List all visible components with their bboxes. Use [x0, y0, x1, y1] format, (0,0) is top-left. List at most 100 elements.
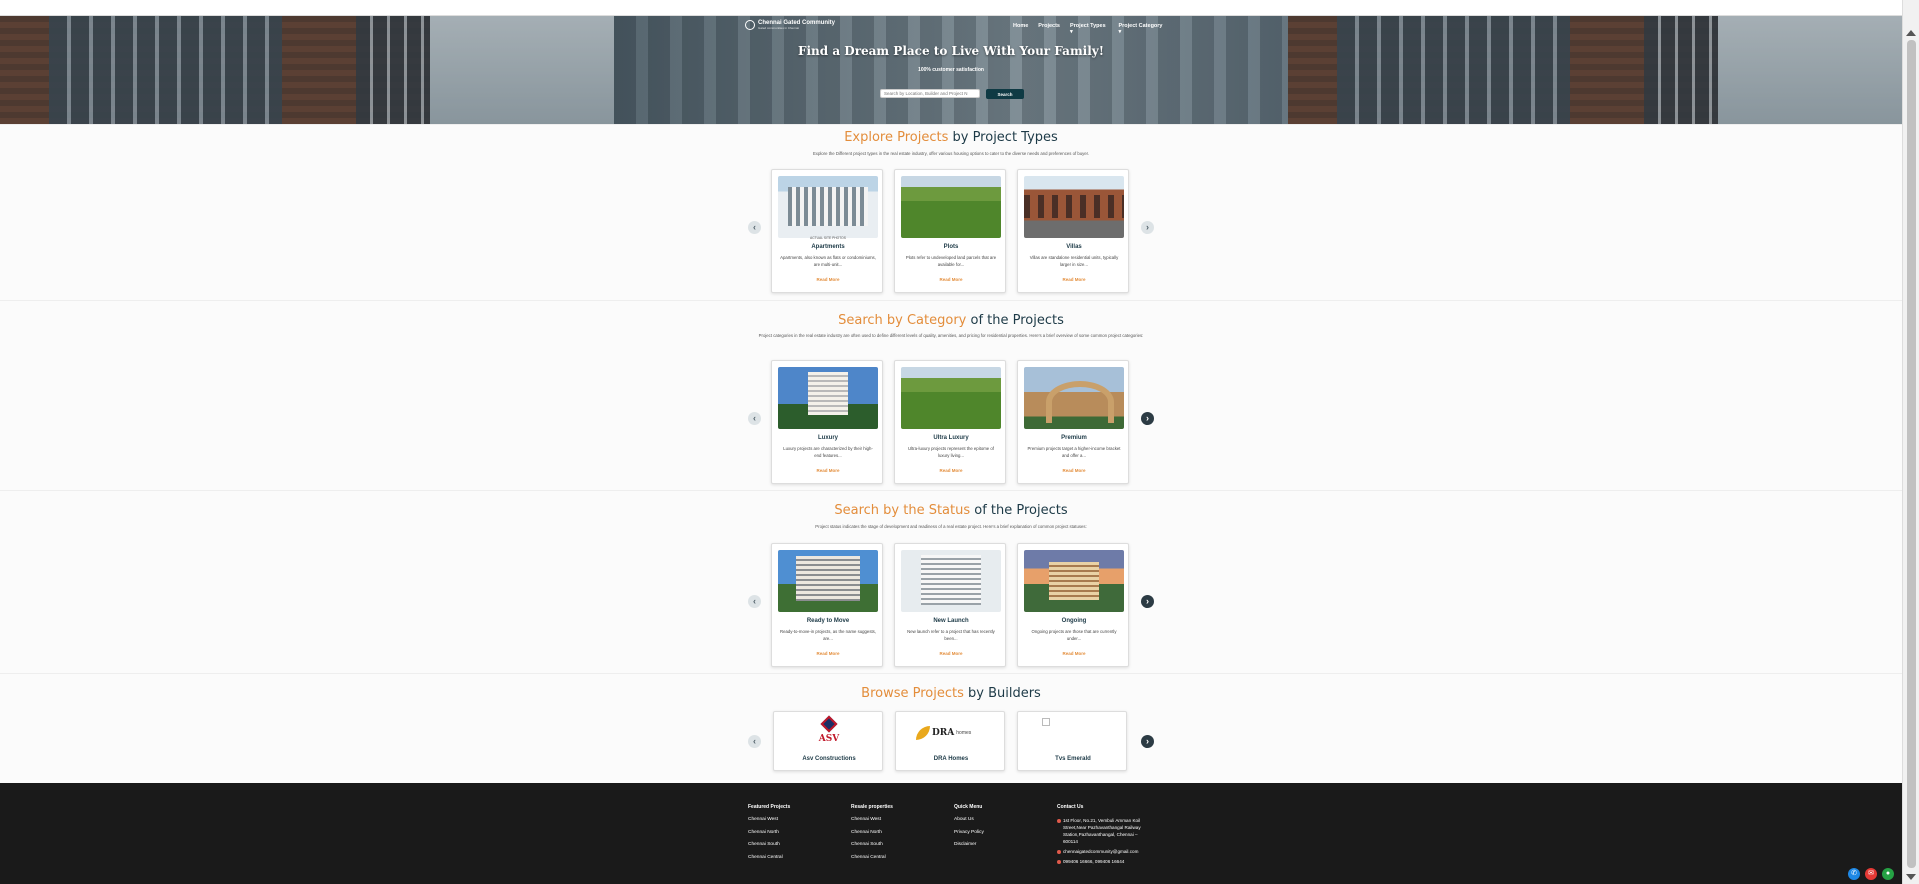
carousel-next-button[interactable]: ›: [1141, 412, 1154, 425]
card-text: Luxury projects are characterized by the…: [783, 446, 873, 458]
footer-heading: Featured Projects: [748, 804, 791, 810]
section-title: Search by the Status of the Projects: [834, 503, 1068, 518]
card-text: Ongoing projects are those that are curr…: [1031, 629, 1117, 641]
footer-link[interactable]: Chennai Central: [851, 855, 893, 860]
card-text: Premium projects target a higher-income …: [1027, 446, 1121, 458]
footer-heading: Resale properties: [851, 804, 893, 810]
dra-logo: DRA homes: [916, 726, 971, 740]
card-title: New Launch: [933, 618, 969, 624]
vertical-scrollbar[interactable]: [1902, 0, 1919, 884]
nav-home[interactable]: Home: [1013, 23, 1028, 35]
email-fab-icon[interactable]: ✉: [1865, 868, 1877, 880]
scroll-up-icon[interactable]: [1906, 30, 1916, 36]
type-card-plots[interactable]: Plots Plots refer to undeveloped land pa…: [894, 169, 1006, 293]
top-nav: Chennai Gated Community Gated communitie…: [745, 20, 1165, 38]
card-title: Ready to Move: [806, 618, 850, 624]
carousel-prev-button[interactable]: ‹: [748, 221, 761, 234]
read-more-link[interactable]: Read More: [772, 468, 884, 473]
card-image: [778, 176, 878, 238]
card-text: Ultra-luxury projects represent the epit…: [908, 446, 994, 458]
carousel-prev-button[interactable]: ‹: [748, 595, 761, 608]
card-image: [901, 550, 1001, 612]
card-image: [901, 176, 1001, 238]
contact-email[interactable]: chennaigatedcommunity@gmail.com: [1057, 848, 1153, 855]
hero-title: Find a Dream Place to Live With Your Fam…: [797, 44, 1105, 58]
builders-carousel: ‹ ASV Asv Constructions DRA homes DRA Hom…: [748, 711, 1154, 771]
status-card-new-launch[interactable]: New Launch New launch refer to a project…: [894, 543, 1006, 667]
section-status: Search by the Status of the Projects Pro…: [0, 490, 1902, 673]
footer-link[interactable]: Chennai West: [748, 817, 790, 822]
card-title: Apartments: [811, 244, 845, 250]
footer-link[interactable]: Chennai North: [748, 830, 790, 835]
card-image: [1024, 550, 1124, 612]
type-card-villas[interactable]: Villas Villas are standalone residential…: [1017, 169, 1129, 293]
footer-link[interactable]: Chennai South: [851, 842, 893, 847]
read-more-link[interactable]: Read More: [895, 651, 1007, 656]
footer-link[interactable]: Chennai North: [851, 830, 893, 835]
phone-icon: [1057, 860, 1061, 864]
read-more-link[interactable]: Read More: [1018, 468, 1130, 473]
card-title: Luxury: [817, 435, 838, 441]
card-image: [778, 550, 878, 612]
nav-project-types[interactable]: Project Types ▾: [1070, 23, 1108, 35]
card-title: Tvs Emerald: [1055, 756, 1091, 762]
footer-link[interactable]: Chennai West: [851, 817, 893, 822]
carousel-next-button[interactable]: ›: [1141, 595, 1154, 608]
section-description: Explore the Different project types in t…: [812, 151, 1090, 156]
read-more-link[interactable]: Read More: [772, 651, 884, 656]
category-card-luxury[interactable]: Luxury Luxury projects are characterized…: [771, 360, 883, 484]
hero-search: Search: [880, 89, 1024, 99]
type-card-apartments[interactable]: ACTUAL SITE PHOTOS Apartments Apartments…: [771, 169, 883, 293]
card-image: [1024, 367, 1124, 429]
category-card-ultra-luxury[interactable]: Ultra Luxury Ultra-luxury projects repre…: [894, 360, 1006, 484]
builder-card-asv[interactable]: ASV Asv Constructions: [773, 711, 883, 771]
nav-projects[interactable]: Projects: [1038, 23, 1060, 35]
scroll-thumb[interactable]: [1907, 40, 1916, 868]
footer-quick-menu: Quick Menu About Us Privacy Policy Discl…: [954, 804, 984, 855]
scroll-down-icon[interactable]: [1906, 874, 1916, 880]
contact-address: 1st Floor, No.21, Vembuli Amman Koil Str…: [1057, 817, 1153, 845]
section-category: Search by Category of the Projects Proje…: [0, 300, 1902, 490]
builder-card-tvs[interactable]: Tvs Emerald: [1017, 711, 1127, 771]
carousel-next-button[interactable]: ›: [1141, 735, 1154, 748]
footer-link[interactable]: Privacy Policy: [954, 830, 984, 835]
category-carousel: ‹ Luxury Luxury projects are characteriz…: [748, 360, 1154, 484]
contact-phone[interactable]: 099406 16666, 099406 16644: [1057, 858, 1153, 865]
footer-link[interactable]: Chennai Central: [748, 855, 790, 860]
card-text: Plots refer to undeveloped land parcels …: [905, 255, 997, 267]
nav-project-category[interactable]: Project Category ▾: [1118, 23, 1165, 35]
section-description: Project status indicates the stage of de…: [815, 524, 1087, 529]
card-title: Plots: [943, 244, 959, 250]
site-logo[interactable]: Chennai Gated Community Gated communitie…: [745, 20, 835, 30]
section-title: Browse Projects by Builders: [861, 686, 1041, 701]
carousel-prev-button[interactable]: ‹: [748, 412, 761, 425]
read-more-link[interactable]: Read More: [772, 277, 884, 282]
status-card-ongoing[interactable]: Ongoing Ongoing projects are those that …: [1017, 543, 1129, 667]
read-more-link[interactable]: Read More: [1018, 277, 1130, 282]
call-fab-icon[interactable]: ✆: [1848, 868, 1860, 880]
category-card-premium[interactable]: Premium Premium projects target a higher…: [1017, 360, 1129, 484]
section-title: Explore Projects by Project Types: [844, 130, 1058, 145]
broken-image-icon: [1042, 718, 1050, 726]
whatsapp-fab-icon[interactable]: ●: [1882, 868, 1894, 880]
read-more-link[interactable]: Read More: [895, 468, 1007, 473]
card-text: Apartments, also known as flats or condo…: [780, 255, 876, 267]
carousel-next-button[interactable]: ›: [1141, 221, 1154, 234]
footer-link[interactable]: Disclaimer: [954, 842, 984, 847]
search-button[interactable]: Search: [986, 89, 1024, 99]
card-title: DRA Homes: [933, 756, 969, 762]
search-input[interactable]: [880, 89, 980, 98]
read-more-link[interactable]: Read More: [895, 277, 1007, 282]
builder-card-dra[interactable]: DRA homes DRA Homes: [895, 711, 1005, 771]
footer-link[interactable]: Chennai South: [748, 842, 790, 847]
status-card-ready-to-move[interactable]: Ready to Move Ready-to-move-in projects,…: [771, 543, 883, 667]
footer-link[interactable]: About Us: [954, 817, 984, 822]
card-image: [901, 367, 1001, 429]
card-image: [778, 367, 878, 429]
card-title: Ultra Luxury: [933, 435, 969, 441]
card-text: Ready-to-move-in projects, as the name s…: [780, 629, 877, 641]
carousel-prev-button[interactable]: ‹: [748, 735, 761, 748]
card-title: Premium: [1061, 435, 1087, 441]
read-more-link[interactable]: Read More: [1018, 651, 1130, 656]
asv-logo: ASV: [817, 715, 841, 748]
